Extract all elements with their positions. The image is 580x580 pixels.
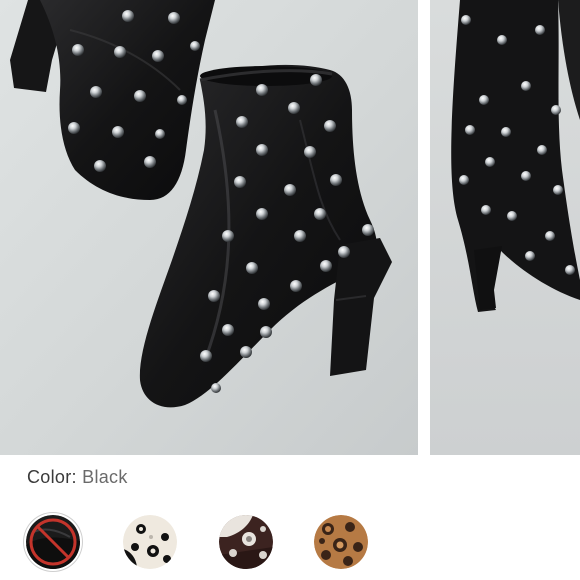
swatch-burgundy-studded-image: [219, 515, 273, 569]
swatch-leopard[interactable]: [314, 515, 368, 569]
studded-black-boots-photo: [0, 0, 418, 455]
product-photo-next[interactable]: [430, 0, 580, 455]
swatch-white-studded[interactable]: [123, 515, 177, 569]
swatch-burgundy-studded[interactable]: [219, 515, 273, 569]
product-image-gallery[interactable]: [0, 0, 580, 455]
color-selection-label: Color: Black: [27, 467, 128, 493]
swatch-black-image: [26, 515, 80, 569]
gallery-divider: [418, 0, 430, 455]
color-swatch-list: [0, 515, 580, 580]
color-value: Black: [82, 467, 128, 487]
swatch-leopard-image: [314, 515, 368, 569]
color-label: Color:: [27, 467, 77, 487]
product-photo-main[interactable]: [0, 0, 418, 455]
swatch-white-studded-image: [123, 515, 177, 569]
swatch-black[interactable]: [26, 515, 80, 569]
studded-black-boot-worn-photo: [430, 0, 580, 455]
